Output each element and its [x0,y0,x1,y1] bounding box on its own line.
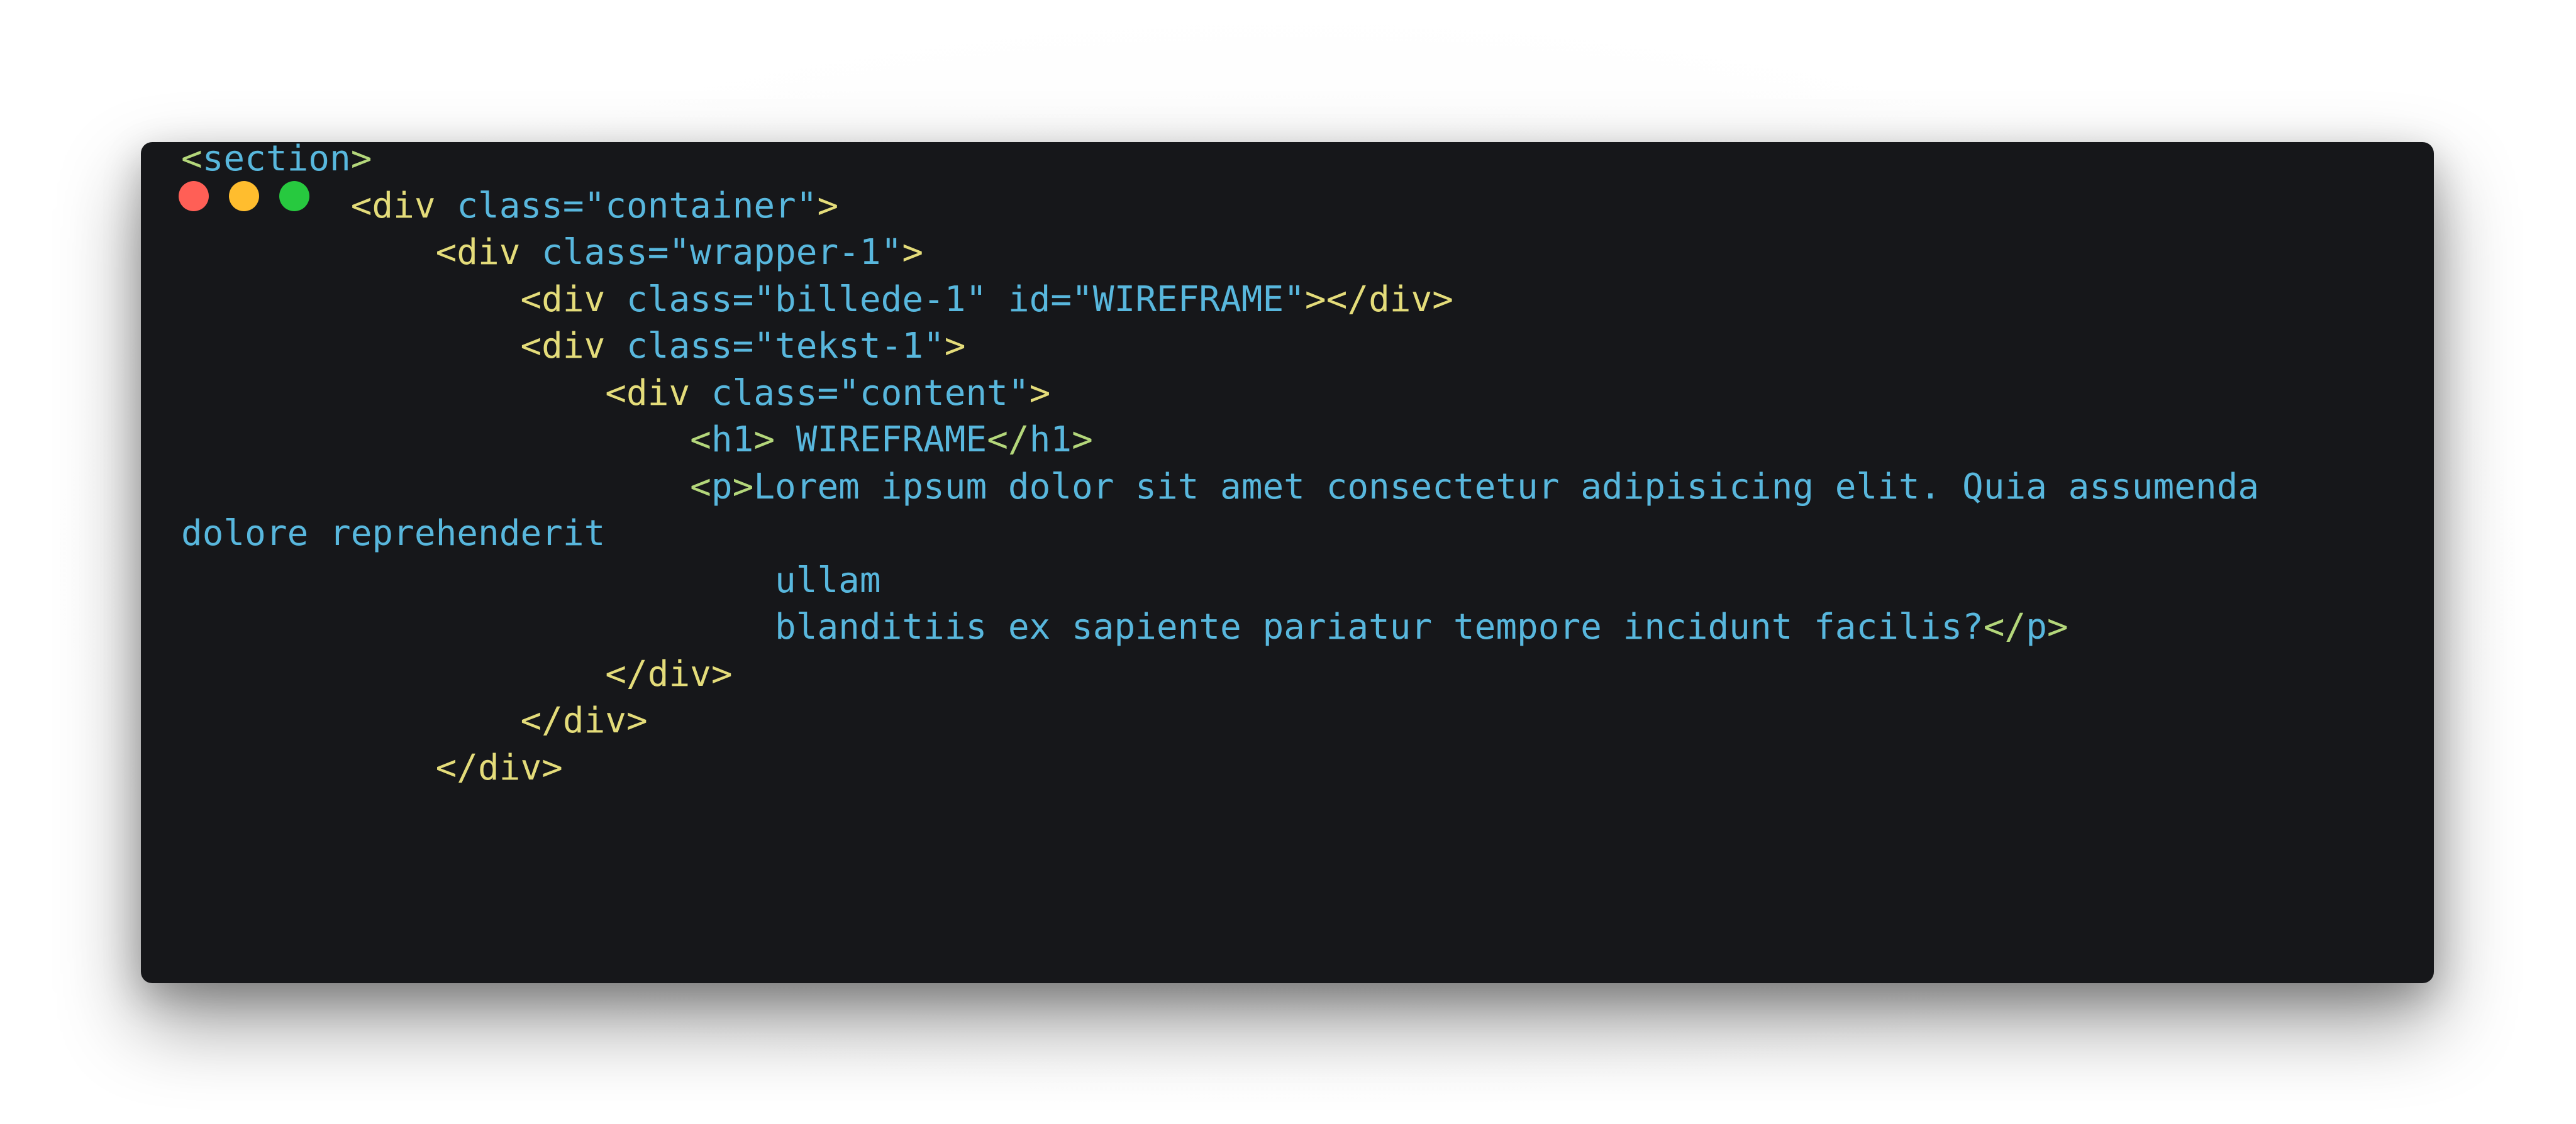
code-token: > [2046,607,2068,647]
code-token: > [732,466,754,507]
code-token: <div [520,326,606,366]
code-token: > [817,185,839,226]
code-token: class= [605,326,754,366]
code-token: </div> [520,700,648,741]
code-token: > [944,326,966,366]
code-line: blanditiis ex sapiente pariatur tempore … [181,604,2259,651]
code-line: </div> [181,651,2259,698]
code-token: </ [987,419,1030,460]
code-token: </div> [605,653,733,695]
code-token: <div [435,232,521,273]
code-token: class= [520,232,669,273]
code-token: </div> [435,747,563,788]
code-token: class= [605,278,754,320]
code-line: <section> [181,142,2259,183]
code-token: WIREFRAME [775,419,987,460]
code-token: "WIREFRAME" [1072,278,1305,320]
code-line: <h1> WIREFRAME</h1> [181,417,2259,464]
code-token: ></div> [1304,278,1453,320]
code-token: > [753,419,775,460]
code-token: < [181,142,203,179]
code-token: dolore reprehenderit [181,513,606,554]
code-token: class= [435,185,584,226]
code-token: "content" [838,372,1030,414]
code-token: ullam [775,559,881,601]
code-token: </ [1983,607,2026,647]
code-token: p [2026,607,2047,647]
code-line: ullam [181,558,2259,605]
code-line: <div class="content"> [181,370,2259,417]
code-token: < [690,466,711,507]
code-text: <section> <div class="container"> <div c… [181,142,2259,791]
code-token: <div [350,185,436,226]
code-line: <div class="billede-1" id="WIREFRAME"></… [181,277,2259,324]
code-line: <div class="wrapper-1"> [181,229,2259,277]
code-block: <section> <div class="container"> <div c… [181,142,2259,791]
code-token: section [202,142,351,179]
code-token: "tekst-1" [753,326,945,366]
code-token: Lorem ipsum dolor sit amet consectetur a… [753,466,2260,507]
code-token: > [1029,372,1051,414]
code-token: > [1072,419,1093,460]
code-line: <p>Lorem ipsum dolor sit amet consectetu… [181,464,2259,511]
code-token: <div [605,372,691,414]
code-line: <div class="container"> [181,183,2259,230]
code-token: class= [690,372,839,414]
code-token: > [902,232,924,273]
code-token: <div [520,278,606,320]
code-token: h1 [1029,419,1072,460]
code-token: h1 [711,419,754,460]
code-window: <section> <div class="container"> <div c… [141,142,2434,983]
code-line: <div class="tekst-1"> [181,323,2259,370]
code-token: "container" [584,185,818,226]
code-line: dolore reprehenderit [181,510,2259,558]
code-line: </div> [181,698,2259,745]
code-token: > [350,142,372,179]
code-line: </div> [181,745,2259,792]
code-token: "wrapper-1" [669,232,902,273]
code-token: "billede-1" [753,278,987,320]
code-token: id= [987,278,1072,320]
code-token: p [711,466,733,507]
code-token: blanditiis ex sapiente pariatur tempore … [775,607,1984,647]
code-token: < [690,419,711,460]
